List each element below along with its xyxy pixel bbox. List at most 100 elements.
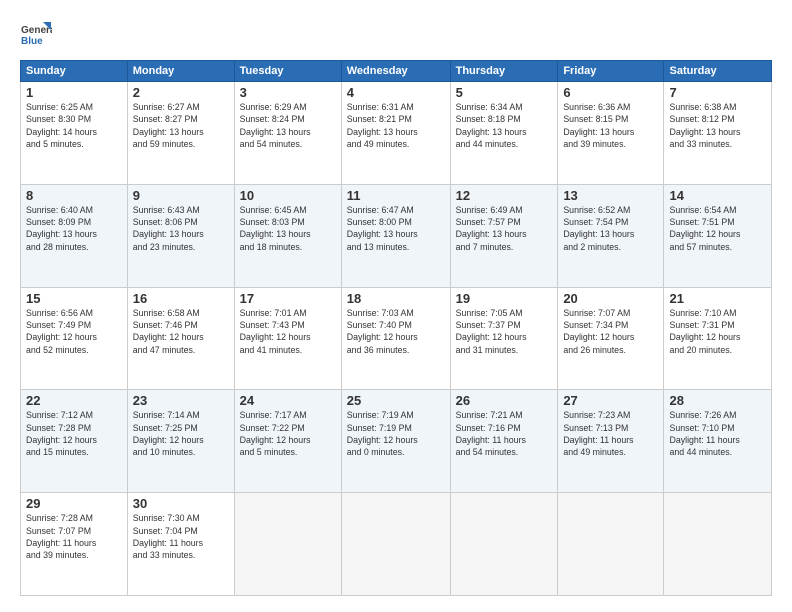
day-info: Sunrise: 7:19 AM Sunset: 7:19 PM Dayligh… <box>347 409 445 458</box>
svg-text:Blue: Blue <box>21 36 43 47</box>
day-number: 9 <box>133 188 229 203</box>
day-info: Sunrise: 7:26 AM Sunset: 7:10 PM Dayligh… <box>669 409 766 458</box>
calendar-cell <box>450 493 558 596</box>
day-info: Sunrise: 7:01 AM Sunset: 7:43 PM Dayligh… <box>240 307 336 356</box>
calendar-cell: 11Sunrise: 6:47 AM Sunset: 8:00 PM Dayli… <box>341 184 450 287</box>
week-row-1: 1Sunrise: 6:25 AM Sunset: 8:30 PM Daylig… <box>21 82 772 185</box>
col-header-tuesday: Tuesday <box>234 61 341 82</box>
day-info: Sunrise: 7:14 AM Sunset: 7:25 PM Dayligh… <box>133 409 229 458</box>
calendar-cell: 6Sunrise: 6:36 AM Sunset: 8:15 PM Daylig… <box>558 82 664 185</box>
day-number: 4 <box>347 85 445 100</box>
day-info: Sunrise: 7:07 AM Sunset: 7:34 PM Dayligh… <box>563 307 658 356</box>
week-row-5: 29Sunrise: 7:28 AM Sunset: 7:07 PM Dayli… <box>21 493 772 596</box>
calendar-cell: 3Sunrise: 6:29 AM Sunset: 8:24 PM Daylig… <box>234 82 341 185</box>
day-info: Sunrise: 7:23 AM Sunset: 7:13 PM Dayligh… <box>563 409 658 458</box>
calendar-cell: 28Sunrise: 7:26 AM Sunset: 7:10 PM Dayli… <box>664 390 772 493</box>
calendar-cell <box>664 493 772 596</box>
col-header-friday: Friday <box>558 61 664 82</box>
day-number: 16 <box>133 291 229 306</box>
day-info: Sunrise: 6:45 AM Sunset: 8:03 PM Dayligh… <box>240 204 336 253</box>
day-number: 2 <box>133 85 229 100</box>
calendar-cell: 29Sunrise: 7:28 AM Sunset: 7:07 PM Dayli… <box>21 493 128 596</box>
day-number: 28 <box>669 393 766 408</box>
day-info: Sunrise: 6:34 AM Sunset: 8:18 PM Dayligh… <box>456 101 553 150</box>
calendar-cell: 30Sunrise: 7:30 AM Sunset: 7:04 PM Dayli… <box>127 493 234 596</box>
day-info: Sunrise: 7:30 AM Sunset: 7:04 PM Dayligh… <box>133 512 229 561</box>
day-info: Sunrise: 6:58 AM Sunset: 7:46 PM Dayligh… <box>133 307 229 356</box>
calendar-cell: 21Sunrise: 7:10 AM Sunset: 7:31 PM Dayli… <box>664 287 772 390</box>
day-number: 30 <box>133 496 229 511</box>
calendar-cell: 7Sunrise: 6:38 AM Sunset: 8:12 PM Daylig… <box>664 82 772 185</box>
calendar-table: SundayMondayTuesdayWednesdayThursdayFrid… <box>20 60 772 596</box>
calendar-cell: 15Sunrise: 6:56 AM Sunset: 7:49 PM Dayli… <box>21 287 128 390</box>
calendar-cell: 18Sunrise: 7:03 AM Sunset: 7:40 PM Dayli… <box>341 287 450 390</box>
day-info: Sunrise: 6:56 AM Sunset: 7:49 PM Dayligh… <box>26 307 122 356</box>
day-number: 23 <box>133 393 229 408</box>
day-info: Sunrise: 7:12 AM Sunset: 7:28 PM Dayligh… <box>26 409 122 458</box>
calendar-cell: 16Sunrise: 6:58 AM Sunset: 7:46 PM Dayli… <box>127 287 234 390</box>
page: General Blue SundayMondayTuesdayWednesda… <box>0 0 792 612</box>
calendar-cell: 9Sunrise: 6:43 AM Sunset: 8:06 PM Daylig… <box>127 184 234 287</box>
day-number: 5 <box>456 85 553 100</box>
day-info: Sunrise: 6:52 AM Sunset: 7:54 PM Dayligh… <box>563 204 658 253</box>
day-number: 7 <box>669 85 766 100</box>
day-number: 11 <box>347 188 445 203</box>
day-info: Sunrise: 6:29 AM Sunset: 8:24 PM Dayligh… <box>240 101 336 150</box>
day-number: 19 <box>456 291 553 306</box>
calendar-cell: 1Sunrise: 6:25 AM Sunset: 8:30 PM Daylig… <box>21 82 128 185</box>
day-number: 22 <box>26 393 122 408</box>
calendar-cell: 12Sunrise: 6:49 AM Sunset: 7:57 PM Dayli… <box>450 184 558 287</box>
week-row-3: 15Sunrise: 6:56 AM Sunset: 7:49 PM Dayli… <box>21 287 772 390</box>
calendar-cell: 22Sunrise: 7:12 AM Sunset: 7:28 PM Dayli… <box>21 390 128 493</box>
calendar-cell: 8Sunrise: 6:40 AM Sunset: 8:09 PM Daylig… <box>21 184 128 287</box>
day-number: 24 <box>240 393 336 408</box>
day-number: 1 <box>26 85 122 100</box>
col-header-sunday: Sunday <box>21 61 128 82</box>
day-number: 21 <box>669 291 766 306</box>
day-info: Sunrise: 6:49 AM Sunset: 7:57 PM Dayligh… <box>456 204 553 253</box>
day-info: Sunrise: 6:43 AM Sunset: 8:06 PM Dayligh… <box>133 204 229 253</box>
calendar-cell: 17Sunrise: 7:01 AM Sunset: 7:43 PM Dayli… <box>234 287 341 390</box>
calendar-header-row: SundayMondayTuesdayWednesdayThursdayFrid… <box>21 61 772 82</box>
week-row-2: 8Sunrise: 6:40 AM Sunset: 8:09 PM Daylig… <box>21 184 772 287</box>
col-header-saturday: Saturday <box>664 61 772 82</box>
day-info: Sunrise: 7:10 AM Sunset: 7:31 PM Dayligh… <box>669 307 766 356</box>
day-info: Sunrise: 6:36 AM Sunset: 8:15 PM Dayligh… <box>563 101 658 150</box>
header: General Blue <box>20 16 772 52</box>
day-info: Sunrise: 6:54 AM Sunset: 7:51 PM Dayligh… <box>669 204 766 253</box>
day-info: Sunrise: 7:05 AM Sunset: 7:37 PM Dayligh… <box>456 307 553 356</box>
calendar-cell: 25Sunrise: 7:19 AM Sunset: 7:19 PM Dayli… <box>341 390 450 493</box>
day-info: Sunrise: 7:28 AM Sunset: 7:07 PM Dayligh… <box>26 512 122 561</box>
day-number: 8 <box>26 188 122 203</box>
calendar-cell <box>234 493 341 596</box>
day-number: 10 <box>240 188 336 203</box>
day-info: Sunrise: 7:21 AM Sunset: 7:16 PM Dayligh… <box>456 409 553 458</box>
calendar-cell: 10Sunrise: 6:45 AM Sunset: 8:03 PM Dayli… <box>234 184 341 287</box>
logo-svg: General Blue <box>20 20 52 52</box>
day-number: 27 <box>563 393 658 408</box>
calendar-cell: 13Sunrise: 6:52 AM Sunset: 7:54 PM Dayli… <box>558 184 664 287</box>
col-header-wednesday: Wednesday <box>341 61 450 82</box>
day-info: Sunrise: 7:17 AM Sunset: 7:22 PM Dayligh… <box>240 409 336 458</box>
day-number: 14 <box>669 188 766 203</box>
day-info: Sunrise: 6:47 AM Sunset: 8:00 PM Dayligh… <box>347 204 445 253</box>
day-number: 29 <box>26 496 122 511</box>
calendar-cell <box>341 493 450 596</box>
calendar-cell: 24Sunrise: 7:17 AM Sunset: 7:22 PM Dayli… <box>234 390 341 493</box>
calendar-cell: 2Sunrise: 6:27 AM Sunset: 8:27 PM Daylig… <box>127 82 234 185</box>
calendar-cell: 5Sunrise: 6:34 AM Sunset: 8:18 PM Daylig… <box>450 82 558 185</box>
day-number: 26 <box>456 393 553 408</box>
logo: General Blue <box>20 20 52 52</box>
calendar-cell: 23Sunrise: 7:14 AM Sunset: 7:25 PM Dayli… <box>127 390 234 493</box>
calendar-cell: 27Sunrise: 7:23 AM Sunset: 7:13 PM Dayli… <box>558 390 664 493</box>
day-info: Sunrise: 6:40 AM Sunset: 8:09 PM Dayligh… <box>26 204 122 253</box>
day-info: Sunrise: 6:25 AM Sunset: 8:30 PM Dayligh… <box>26 101 122 150</box>
day-info: Sunrise: 6:27 AM Sunset: 8:27 PM Dayligh… <box>133 101 229 150</box>
calendar-cell: 4Sunrise: 6:31 AM Sunset: 8:21 PM Daylig… <box>341 82 450 185</box>
week-row-4: 22Sunrise: 7:12 AM Sunset: 7:28 PM Dayli… <box>21 390 772 493</box>
day-number: 20 <box>563 291 658 306</box>
calendar-cell: 14Sunrise: 6:54 AM Sunset: 7:51 PM Dayli… <box>664 184 772 287</box>
day-info: Sunrise: 7:03 AM Sunset: 7:40 PM Dayligh… <box>347 307 445 356</box>
calendar-cell <box>558 493 664 596</box>
day-number: 17 <box>240 291 336 306</box>
